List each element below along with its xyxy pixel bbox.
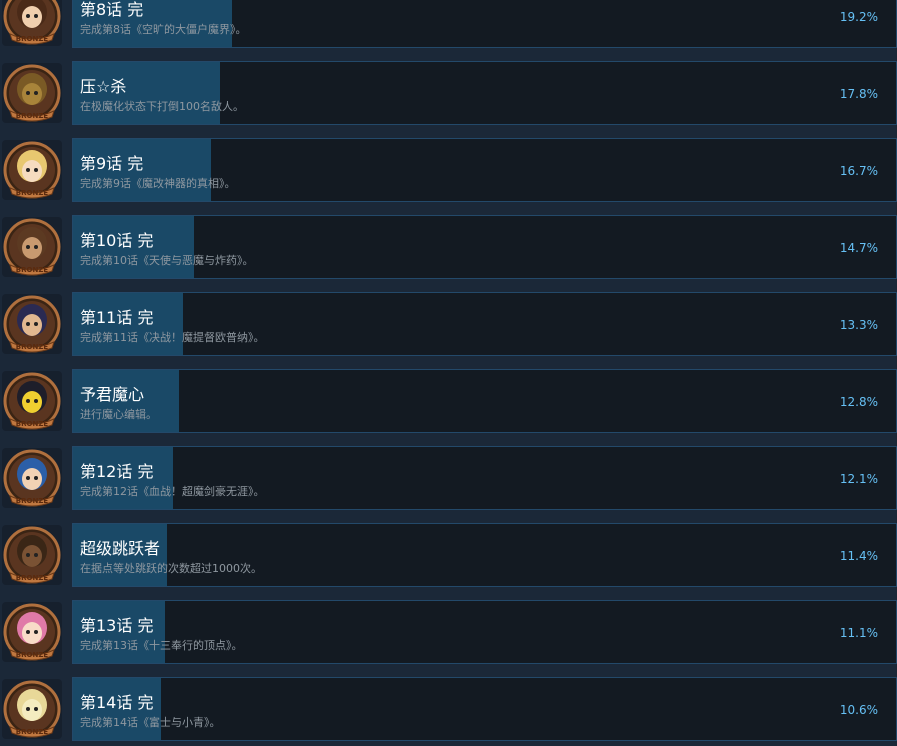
unlock-percentage: 17.8% <box>839 87 878 101</box>
bronze-badge-twin-girls-icon: BRONZE <box>2 0 62 46</box>
achievement-card: 第8话 完 完成第8话《空旷的大僵户魔界》。 19.2% <box>72 0 897 48</box>
achievement-card: 压☆杀 在极魔化状态下打倒100名敌人。 17.8% <box>72 61 897 125</box>
achievement-card: 第13话 完 完成第13话《十三奉行的顶点》。 11.1% <box>72 600 897 664</box>
unlock-percentage: 13.3% <box>839 318 878 332</box>
achievement-row[interactable]: BRONZE 第13话 完 完成第13话《十三奉行的顶点》。 11.1% <box>0 598 897 666</box>
achievement-title: 第10话 完 <box>80 231 154 250</box>
unlock-percentage: 14.7% <box>839 241 878 255</box>
svg-text:BRONZE: BRONZE <box>16 497 49 505</box>
achievement-row[interactable]: BRONZE 予君魔心 进行魔心编辑。 12.8% <box>0 367 897 435</box>
achievement-description: 完成第9话《魔改神器的真相》。 <box>80 177 236 190</box>
achievement-row[interactable]: BRONZE 压☆杀 在极魔化状态下打倒100名敌人。 17.8% <box>0 59 897 127</box>
achievement-card: 第12话 完 完成第12话《血战！超魔剑豪无涯》。 12.1% <box>72 446 897 510</box>
achievement-description: 完成第8话《空旷的大僵户魔界》。 <box>80 23 247 36</box>
achievement-title: 第11话 完 <box>80 308 154 327</box>
achievement-card: 超级跳跃者 在据点等处跳跃的次数超过1000次。 11.4% <box>72 523 897 587</box>
achievement-description: 完成第10话《天使与恶魔与炸药》。 <box>80 254 254 267</box>
achievement-row[interactable]: BRONZE 第14话 完 完成第14话《富士与小青》。 10.6% <box>0 675 897 743</box>
achievement-description: 进行魔心编辑。 <box>80 408 157 421</box>
unlock-percentage: 16.7% <box>839 164 878 178</box>
bronze-badge-bull-icon: BRONZE <box>2 525 62 585</box>
achievement-title: 第14话 完 <box>80 693 154 712</box>
achievement-row[interactable]: BRONZE 第10话 完 完成第10话《天使与恶魔与炸药》。 14.7% <box>0 213 897 281</box>
bronze-badge-brown-creature-icon: BRONZE <box>2 217 62 277</box>
unlock-percentage: 11.1% <box>839 626 878 640</box>
unlock-percentage: 11.4% <box>839 549 878 563</box>
achievement-card: 第9话 完 完成第9话《魔改神器的真相》。 16.7% <box>72 138 897 202</box>
achievement-list: BRONZE 第8话 完 完成第8话《空旷的大僵户魔界》。 19.2% BRON… <box>0 0 897 746</box>
achievement-title: 第12话 完 <box>80 462 154 481</box>
achievement-card: 第14话 完 完成第14话《富士与小青》。 10.6% <box>72 677 897 741</box>
achievement-row[interactable]: BRONZE 第9话 完 完成第9话《魔改神器的真相》。 16.7% <box>0 136 897 204</box>
achievement-description: 在据点等处跳跃的次数超过1000次。 <box>80 562 262 575</box>
achievement-row[interactable]: BRONZE 第11话 完 完成第11话《决战！魔提督欧普纳》。 13.3% <box>0 290 897 358</box>
svg-text:BRONZE: BRONZE <box>16 266 49 274</box>
achievement-card: 予君魔心 进行魔心编辑。 12.8% <box>72 369 897 433</box>
svg-text:BRONZE: BRONZE <box>16 343 49 351</box>
svg-text:BRONZE: BRONZE <box>16 112 49 120</box>
bronze-badge-pink-hair-girl-icon: BRONZE <box>2 602 62 662</box>
bronze-badge-blonde-glasses-girl-icon: BRONZE <box>2 140 62 200</box>
achievement-title: 第8话 完 <box>80 0 144 19</box>
achievement-row[interactable]: BRONZE 超级跳跃者 在据点等处跳跃的次数超过1000次。 11.4% <box>0 521 897 589</box>
achievement-title: 第13话 完 <box>80 616 154 635</box>
svg-text:BRONZE: BRONZE <box>16 189 49 197</box>
unlock-percentage: 12.8% <box>839 395 878 409</box>
achievement-description: 完成第12话《血战！超魔剑豪无涯》。 <box>80 485 265 498</box>
achievement-row[interactable]: BRONZE 第8话 完 完成第8话《空旷的大僵户魔界》。 19.2% <box>0 0 897 50</box>
achievement-title: 予君魔心 <box>80 385 145 404</box>
achievement-description: 完成第13话《十三奉行的顶点》。 <box>80 639 243 652</box>
svg-text:BRONZE: BRONZE <box>16 574 49 582</box>
bronze-badge-yellow-bird-icon: BRONZE <box>2 679 62 739</box>
achievement-title: 压☆杀 <box>80 77 127 96</box>
unlock-percentage: 12.1% <box>839 472 878 486</box>
svg-text:BRONZE: BRONZE <box>16 728 49 736</box>
achievement-description: 在极魔化状态下打倒100名敌人。 <box>80 100 244 113</box>
achievement-card: 第11话 完 完成第11话《决战！魔提督欧普纳》。 13.3% <box>72 292 897 356</box>
achievement-title: 第9话 完 <box>80 154 144 173</box>
achievement-row[interactable]: BRONZE 第12话 完 完成第12话《血战！超魔剑豪无涯》。 12.1% <box>0 444 897 512</box>
bronze-badge-rock-monster-icon: BRONZE <box>2 63 62 123</box>
bronze-badge-demon-heart-icon: BRONZE <box>2 371 62 431</box>
achievement-card: 第10话 完 完成第10话《天使与恶魔与炸药》。 14.7% <box>72 215 897 279</box>
achievement-title: 超级跳跃者 <box>80 539 161 558</box>
bronze-badge-pirate-captain-icon: BRONZE <box>2 294 62 354</box>
svg-text:BRONZE: BRONZE <box>16 651 49 659</box>
bronze-badge-blue-hair-swordsman-icon: BRONZE <box>2 448 62 508</box>
unlock-percentage: 19.2% <box>839 10 878 24</box>
svg-text:BRONZE: BRONZE <box>16 35 49 43</box>
svg-text:BRONZE: BRONZE <box>16 420 49 428</box>
achievement-description: 完成第11话《决战！魔提督欧普纳》。 <box>80 331 265 344</box>
unlock-percentage: 10.6% <box>839 703 878 717</box>
achievement-description: 完成第14话《富士与小青》。 <box>80 716 221 729</box>
